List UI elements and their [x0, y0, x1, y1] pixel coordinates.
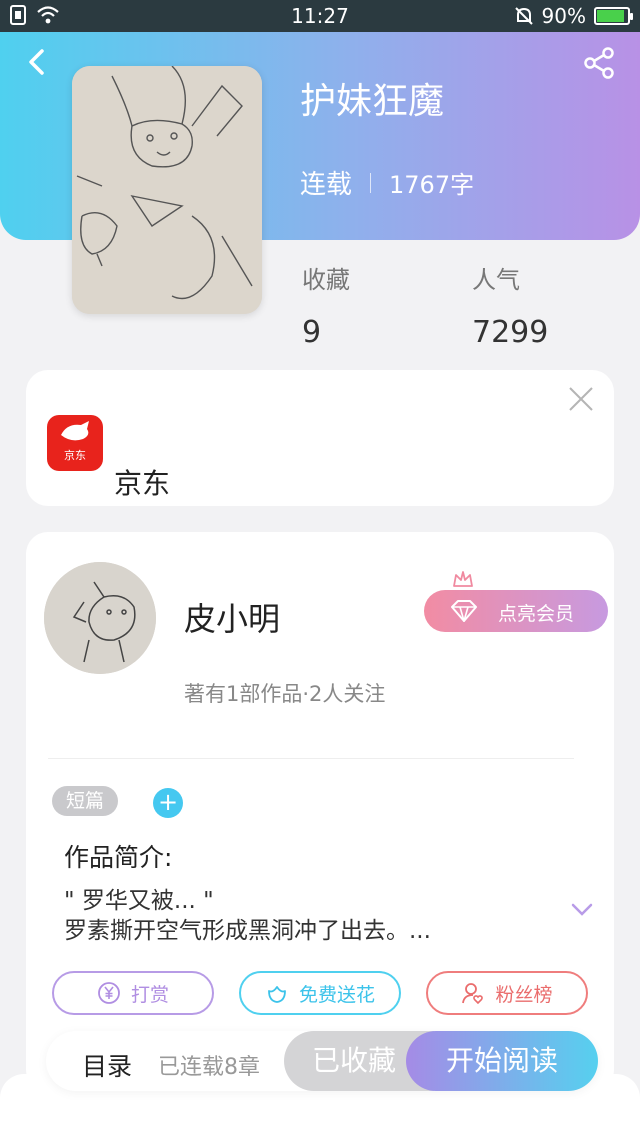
crown-icon — [453, 571, 473, 587]
jd-dog-icon — [61, 421, 89, 441]
jd-logo: 京东 — [47, 415, 103, 471]
back-icon[interactable] — [22, 46, 54, 78]
flower-label: 免费送花 — [298, 983, 375, 1006]
meta-divider — [370, 172, 372, 193]
chapter-count: 已连载8章 — [158, 1055, 260, 1080]
tag-short-story[interactable]: 短篇 — [52, 786, 119, 816]
cover-sketch-image — [72, 66, 262, 314]
diamond-icon — [451, 600, 477, 622]
intro-text[interactable]: " 罗华又被... " 罗素撕开空气形成黑洞冲了出去。... — [64, 886, 524, 946]
intro-line-1: " 罗华又被... " — [64, 888, 214, 914]
favorites-stat: 收藏 9 — [302, 260, 350, 350]
user-heart-icon — [462, 983, 484, 1005]
vip-button[interactable]: 点亮会员 — [424, 590, 608, 632]
bottom-action-bar: 目录 已连载8章 已收藏 开始阅读 — [46, 1031, 598, 1091]
intro-line-2: 罗素撕开空气形成黑洞冲了出去。... — [64, 918, 431, 944]
start-reading-button[interactable]: 开始阅读 — [406, 1031, 598, 1091]
bell-muted-icon — [514, 7, 533, 25]
fans-label: 粉丝榜 — [495, 983, 553, 1006]
ad-name: 京东 — [114, 467, 171, 500]
word-count: 1767字 — [389, 171, 475, 199]
tip-label: 打赏 — [130, 983, 169, 1006]
card-divider — [48, 758, 574, 759]
favorites-label: 收藏 — [302, 266, 350, 294]
book-title: 护妹狂魔 — [300, 81, 445, 122]
book-meta: 连载 1767字 — [300, 164, 474, 201]
jd-logo-text: 京东 — [64, 449, 86, 462]
popularity-label: 人气 — [472, 266, 520, 294]
author-stats: 著有1部作品·2人关注 — [184, 682, 386, 706]
popularity-value: 7299 — [472, 315, 549, 350]
avatar-sketch-image — [44, 562, 156, 674]
favorites-value: 9 — [302, 315, 322, 350]
book-cover[interactable] — [72, 66, 262, 314]
vip-label: 点亮会员 — [498, 603, 575, 625]
book-status: 连载 — [300, 170, 353, 200]
flower-icon — [268, 986, 286, 1003]
send-flower-button[interactable]: 免费送花 — [239, 971, 401, 1015]
author-card: 皮小明 著有1部作品·2人关注 点亮会员 短篇 + 作品简介: " 罗华又被..… — [26, 532, 614, 1092]
add-tag-button[interactable]: + — [153, 788, 183, 818]
popularity-stat: 人气 7299 — [472, 260, 548, 350]
toc-button[interactable]: 目录 — [82, 1047, 132, 1083]
battery-percent: 90% — [541, 4, 586, 28]
intro-title: 作品简介: — [64, 843, 173, 872]
tip-button[interactable]: 打赏 — [52, 971, 214, 1015]
battery-icon — [594, 7, 633, 25]
close-icon[interactable] — [568, 386, 594, 412]
fans-ranking-button[interactable]: 粉丝榜 — [426, 971, 588, 1015]
yen-coin-icon — [98, 982, 120, 1004]
status-bar: 11:27 90% — [0, 0, 640, 32]
author-name[interactable]: 皮小明 — [184, 594, 280, 640]
status-icons-right: 90% — [514, 4, 633, 28]
author-avatar[interactable] — [44, 562, 156, 674]
chevron-down-icon[interactable] — [570, 902, 594, 918]
share-icon[interactable] — [582, 46, 616, 80]
ad-card[interactable]: 京东 京东 — [26, 370, 614, 506]
